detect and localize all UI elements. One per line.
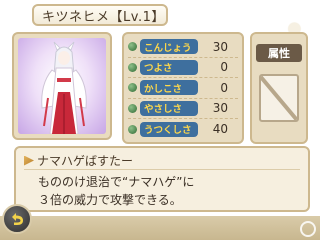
bottom-bar: [0, 216, 320, 240]
stat-label: つよさ: [140, 59, 198, 75]
skill-bullet-icon: [24, 155, 34, 166]
skill-panel: ナマハゲばすたー もののけ退治で“ナマハゲ”に ３倍の威力で攻撃できる。: [14, 146, 310, 212]
stat-value: 30: [212, 101, 228, 116]
attribute-label: 属性: [256, 44, 302, 62]
g-logo-icon: [300, 221, 316, 237]
stat-label: かしこさ: [140, 80, 198, 96]
skill-name: ナマハゲばすたー: [37, 154, 134, 168]
stat-row-kashikosa: かしこさ 0: [128, 78, 238, 99]
kitsune-hime-figure: [41, 41, 87, 134]
portrait-frame: [12, 32, 112, 140]
stat-bullet-icon: [128, 42, 137, 52]
attribute-panel: 属性: [250, 32, 308, 144]
character-name: キツネヒメ: [42, 9, 110, 25]
stat-bullet-icon: [128, 103, 137, 113]
skill-description-line: もののけ退治で“ナマハゲ”に: [38, 175, 195, 189]
stat-label: やさしさ: [140, 100, 198, 116]
back-button[interactable]: [2, 204, 32, 234]
stat-label: うつくしさ: [140, 121, 198, 137]
stat-value: 30: [212, 39, 228, 54]
stat-value: 0: [220, 80, 228, 95]
stats-panel: こんじょう 30 つよさ 0 かしこさ 0 やさしさ 30 うつくしさ 40: [122, 32, 244, 144]
stat-value: 0: [220, 60, 228, 75]
stat-row-konjou: こんじょう 30: [128, 37, 238, 58]
stat-bullet-icon: [128, 83, 137, 93]
character-status-screen: キツネヒメ 【Lv.1】 こんじょう 30 つよさ 0 かしこさ 0 やさしさ …: [0, 0, 320, 240]
empty-slash-icon: [259, 74, 299, 122]
back-arrow-icon: [12, 213, 23, 225]
character-portrait: [18, 38, 106, 134]
skill-description: もののけ退治で“ナマハゲ”に ３倍の威力で攻撃できる。: [24, 173, 300, 209]
stat-label: こんじょう: [140, 39, 198, 55]
stat-value: 40: [212, 122, 228, 137]
stat-bullet-icon: [128, 124, 137, 134]
skill-name-row: ナマハゲばすたー: [24, 152, 300, 170]
character-title-tab: キツネヒメ 【Lv.1】: [32, 4, 168, 26]
stat-row-utsukushisa: うつくしさ 40: [128, 119, 238, 140]
stat-row-tsuyosa: つよさ 0: [128, 58, 238, 78]
stat-row-yasashisa: やさしさ 30: [128, 99, 238, 119]
skill-description-line: ３倍の威力で攻撃できる。: [38, 193, 182, 207]
stat-bullet-icon: [128, 62, 137, 72]
character-level: 【Lv.1】: [109, 9, 165, 25]
